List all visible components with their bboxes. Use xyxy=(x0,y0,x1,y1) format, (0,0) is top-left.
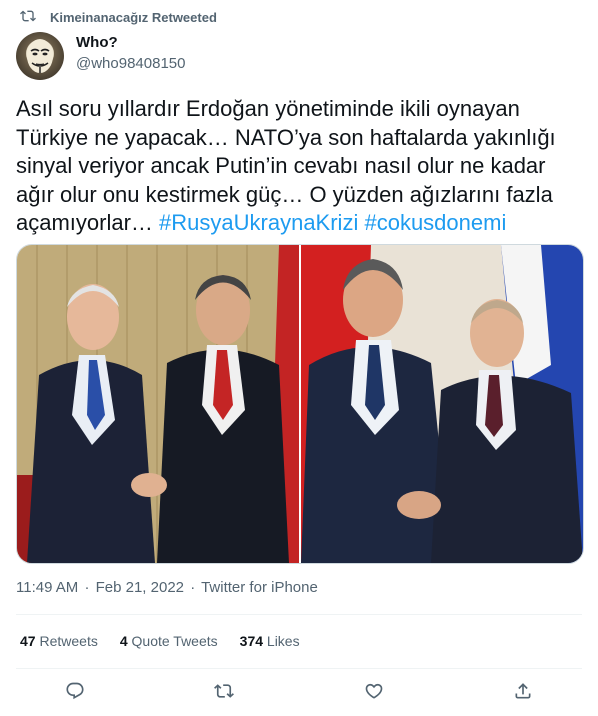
hashtag-link[interactable]: #RusyaUkraynaKrizi xyxy=(159,210,358,235)
likes-stat[interactable]: 374 Likes xyxy=(240,633,300,649)
tweet-time[interactable]: 11:49 AM xyxy=(16,579,78,596)
heart-icon xyxy=(364,681,384,706)
retweets-count: 47 xyxy=(20,633,36,649)
retweet-context[interactable]: Kimeinanacağız Retweeted xyxy=(20,8,217,27)
reply-icon xyxy=(65,681,85,706)
share-button[interactable] xyxy=(449,678,598,708)
quotes-label: Quote Tweets xyxy=(131,633,218,649)
author-block[interactable]: Who? @who98408150 xyxy=(76,34,185,72)
share-icon xyxy=(513,681,533,706)
retweet-label: Kimeinanacağız Retweeted xyxy=(50,10,217,25)
photo-right[interactable] xyxy=(301,245,583,563)
tweet-meta: 11:49 AM · Feb 21, 2022 · Twitter for iP… xyxy=(16,579,320,596)
likes-count: 374 xyxy=(239,633,264,649)
divider xyxy=(16,668,582,669)
divider xyxy=(16,614,582,615)
tweet-date[interactable]: Feb 21, 2022 xyxy=(96,579,184,596)
like-button[interactable] xyxy=(299,678,449,708)
tweet-stats: 47 Retweets 4 Quote Tweets 374 Likes xyxy=(20,633,300,649)
author-handle[interactable]: @who98408150 xyxy=(76,55,185,72)
quotes-count: 4 xyxy=(119,633,128,649)
retweet-button[interactable] xyxy=(150,678,300,708)
retweet-icon xyxy=(20,8,36,27)
avatar[interactable] xyxy=(16,32,64,80)
photo-left[interactable] xyxy=(17,245,299,563)
action-bar xyxy=(0,678,598,708)
retweets-label: Retweets xyxy=(39,633,98,649)
author-name[interactable]: Who? xyxy=(76,34,185,51)
likes-label: Likes xyxy=(266,633,300,649)
retweet-icon xyxy=(214,681,235,706)
retweets-stat[interactable]: 47 Retweets xyxy=(20,633,98,649)
quotes-stat[interactable]: 4 Quote Tweets xyxy=(120,633,218,649)
tweet-source[interactable]: Twitter for iPhone xyxy=(201,579,318,596)
tweet-media[interactable] xyxy=(16,244,584,564)
hashtag-link[interactable]: #cokusdonemi xyxy=(364,210,506,235)
reply-button[interactable] xyxy=(0,678,150,708)
meta-separator: · xyxy=(190,579,196,596)
tweet-text: Asıl soru yıllardır Erdoğan yönetiminde … xyxy=(16,95,582,238)
meta-separator: · xyxy=(84,579,90,596)
